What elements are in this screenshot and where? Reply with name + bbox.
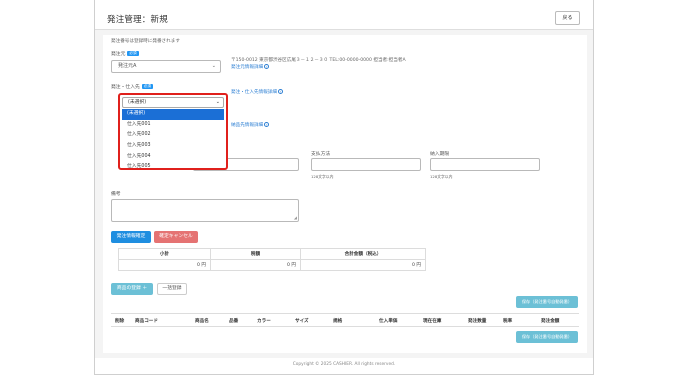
supplier-to-detail-link[interactable]: 発注・仕入先情報詳細 › (231, 89, 283, 95)
col-size: サイズ (295, 319, 309, 324)
confirm-order-button[interactable]: 発注情報確定 (111, 231, 151, 243)
payment-label: 支払方法 (311, 152, 331, 157)
chevron-down-icon: ⌄ (215, 99, 220, 105)
tax-value: 0 円 (210, 259, 301, 271)
order-form-card: 発注番号は登録時に発番されます 発注元 必須 発注元A ⌄ 〒150-0012 東京… (103, 35, 587, 353)
order-number-note: 発注番号は登録時に発番されます (111, 39, 180, 44)
supplier-from-label: 発注元 必須 (111, 51, 139, 57)
app-frame: 発注管理：新規 戻る 発注番号は登録時に発番されます 発注元 必須 発注元A ⌄ 〒… (94, 0, 594, 375)
supplier-from-detail-link[interactable]: 発注元情報詳細 › (231, 64, 270, 70)
save-top-button[interactable]: 保存（発注番号自動発番） (516, 296, 578, 308)
bulk-register-button[interactable]: 一括登録 (157, 283, 187, 295)
col-tax-rate: 税率 (503, 319, 513, 324)
col-order-amount: 発注金額 (541, 319, 560, 324)
dropdown-option[interactable]: 仕入先003 (122, 141, 224, 152)
chevron-right-circle-icon: › (277, 89, 283, 94)
back-button[interactable]: 戻る (555, 11, 580, 25)
chevron-right-circle-icon: › (264, 64, 270, 69)
remarks-textarea[interactable]: ◢ (111, 199, 299, 222)
page-body: 発注番号は登録時に発番されます 発注元 必須 発注元A ⌄ 〒150-0012 東京… (95, 30, 593, 358)
supplier-to-options: (未選択) 仕入先001 仕入先002 仕入先003 仕入先004 仕入先005 (122, 109, 224, 173)
col-product-code: 商品コード (135, 319, 158, 324)
footer-copyright: Copyright © 2025 CASHIER. All rights res… (292, 362, 396, 367)
payment-hint: 128文字以内 (311, 174, 334, 179)
supplier-from-select[interactable]: 発注元A ⌄ (111, 60, 221, 73)
summary-table: 小計 税額 合計金額（税込） 0 円 0 円 0 円 (118, 248, 426, 271)
summary-value-row: 0 円 0 円 0 円 (118, 259, 426, 271)
supplier-to-dropdown[interactable]: (未選択) ⌄ (未選択) 仕入先001 仕入先002 仕入先003 仕入先004… (118, 93, 228, 170)
chevron-right-circle-icon: › (264, 122, 270, 127)
col-color: カラー (257, 319, 271, 324)
dropdown-option[interactable]: 仕入先002 (122, 130, 224, 141)
cancel-confirm-button[interactable]: 確定キャンセル (154, 231, 198, 243)
col-current-stock: 現在在庫 (423, 319, 442, 324)
col-unit-price: 仕入単価 (379, 319, 398, 324)
required-badge: 必須 (141, 84, 153, 89)
dropdown-option[interactable]: 仕入先001 (122, 120, 224, 131)
save-bottom-button[interactable]: 保存（発注番号自動発番） (516, 331, 578, 343)
subtotal-header: 小計 (118, 248, 211, 260)
delivery-time-input[interactable] (430, 158, 540, 171)
page-header: 発注管理：新規 戻る (95, 0, 593, 30)
required-badge: 必須 (127, 51, 139, 56)
resize-grip-icon: ◢ (293, 215, 297, 220)
col-spec: 規格 (333, 319, 343, 324)
dropdown-option[interactable]: (未選択) (122, 109, 224, 120)
supplier-to-select[interactable]: (未選択) ⌄ (122, 97, 224, 108)
total-value: 0 円 (300, 259, 426, 271)
tax-header: 税額 (210, 248, 301, 260)
col-product-name: 商品名 (195, 319, 209, 324)
supplier-from-address: 〒150-0012 東京都渋谷区広尾３－１２－３０ TEL:00-0000-00… (231, 58, 406, 63)
total-header: 合計金額（税込） (300, 248, 426, 260)
payment-input[interactable] (311, 158, 421, 171)
items-table-header: 削除 商品コード 商品名 品番 カラー サイズ 規格 仕入単価 現在在庫 発注数… (111, 313, 579, 327)
delivery-time-hint: 128文字以内 (430, 174, 453, 179)
summary-header-row: 小計 税額 合計金額（税込） (118, 248, 426, 260)
col-delete: 削除 (115, 319, 125, 324)
remarks-label: 備考 (111, 192, 121, 197)
subtotal-value: 0 円 (118, 259, 211, 271)
delivery-detail-link[interactable]: 納品先情報詳細 › (231, 122, 270, 128)
dropdown-option[interactable]: 仕入先005 (122, 162, 224, 173)
page-title: 発注管理：新規 (107, 15, 168, 25)
dropdown-option[interactable]: 仕入先004 (122, 152, 224, 163)
delivery-time-label: 納入期限 (430, 152, 450, 157)
chevron-down-icon: ⌄ (211, 63, 216, 69)
col-order-qty: 発注数量 (468, 319, 487, 324)
supplier-to-label: 発注・仕入先 必須 (111, 84, 153, 90)
col-part-number: 品番 (229, 319, 239, 324)
add-item-button[interactable]: 商品の登録 ＋ (111, 283, 153, 295)
